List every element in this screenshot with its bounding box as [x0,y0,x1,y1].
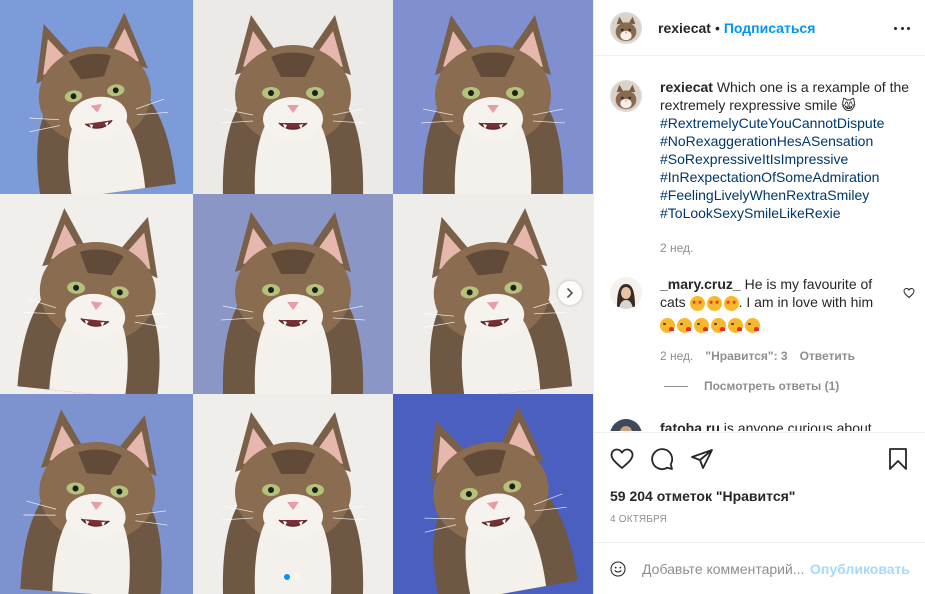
post-media[interactable] [0,0,593,594]
carousel-dot [294,574,300,580]
person-avatar-image [610,277,642,309]
caption-time[interactable]: 2 нед. [660,239,910,257]
comment-item: fatoba.ru is anyone curious about [610,419,872,431]
comment-button[interactable] [650,439,690,479]
carousel-indicator [284,574,300,580]
smile-icon[interactable] [610,557,626,581]
hashtag-link[interactable]: #RextremelyCuteYouCannotDispute [660,114,910,132]
more-icon[interactable] [894,20,910,36]
hashtag-list: #RextremelyCuteYouCannotDispute #NoRexag… [660,114,910,222]
next-photo-button[interactable] [558,281,582,305]
like-comment-heart-icon[interactable] [903,287,915,299]
save-button[interactable] [870,439,910,479]
post-caption: rexiecat Which one is a rexample of the … [610,78,910,257]
comment-text: is anyone curious about [723,420,872,431]
person-avatar-image [610,419,642,431]
follow-button[interactable]: Подписаться [724,20,816,36]
hashtag-link[interactable]: #FeelingLivelyWhenRextraSmiley [660,186,910,204]
caption-username[interactable]: rexiecat [660,79,713,95]
comment-item: _mary.cruz_ He is my favourite of cats .… [610,275,915,365]
chevron-right-icon [567,288,574,298]
commenter-avatar[interactable] [610,277,642,309]
cat-photo [193,194,393,394]
comment-icon [651,448,674,471]
post-header: rexiecat • Подписаться [594,0,925,56]
cat-photo [193,0,393,194]
post-actions: 59 204 отметок "Нравится" 4 ОКТЯБРЯ [594,432,925,525]
photo-collage [0,0,593,594]
star-eyes-emoji-icon [689,295,705,311]
blowing-kiss-emoji-icon [745,317,760,333]
comment-body: _mary.cruz_ He is my favourite of cats .… [660,275,892,365]
carousel-dot [284,574,290,580]
cat-photo [0,0,193,194]
cat-photo [393,0,593,194]
cat-avatar-image [611,12,641,43]
likes-count[interactable]: 59 204 отметок "Нравится" [610,488,910,504]
share-icon [691,449,713,469]
star-struck-emoji-group [689,295,739,311]
instagram-post: rexiecat • Подписаться rexiecat Which on… [0,0,925,594]
comment-username[interactable]: _mary.cruz_ [660,276,741,292]
view-replies-button[interactable]: Посмотреть ответы (1) [664,379,839,393]
cat-photo [0,394,193,594]
bookmark-icon [889,448,907,470]
like-button[interactable] [610,439,650,479]
blowing-kiss-emoji-icon [694,317,709,333]
caption-body: rexiecat Which one is a rexample of the … [660,78,910,257]
comment-input[interactable] [642,560,811,577]
hashtag-link[interactable]: #NoRexaggerationHesASensation [660,132,910,150]
caption-avatar[interactable] [610,80,642,112]
kiss-emoji-row [660,315,892,333]
commenter-avatar[interactable] [610,419,642,431]
cat-photo [393,394,593,594]
cat-photo [193,394,393,594]
comment-time[interactable]: 2 нед. [660,347,693,365]
comment-username[interactable]: fatoba.ru [660,420,720,431]
blowing-kiss-emoji-icon [711,317,726,333]
comments-section[interactable]: rexiecat Which one is a rexample of the … [594,57,925,431]
cat-photo [0,194,193,394]
comment-likes[interactable]: "Нравится": 3 [705,347,787,365]
comment-body: fatoba.ru is anyone curious about [660,419,872,431]
replies-divider [664,385,688,387]
comment-text-continued: . I am in love with him [738,294,874,310]
cat-avatar-image [611,81,641,111]
reply-button[interactable]: Ответить [800,347,855,365]
hashtag-link[interactable]: #SoRexpressiveItIsImpressive [660,150,910,168]
heart-icon [610,448,634,469]
blowing-kiss-emoji-icon [728,317,743,333]
star-eyes-emoji-icon [706,295,722,311]
star-eyes-emoji-icon [723,295,739,311]
view-replies-label: Посмотреть ответы (1) [704,379,840,393]
author-username[interactable]: rexiecat [658,20,711,36]
blowing-kiss-emoji-icon [677,317,692,333]
action-bar [610,433,910,485]
header-separator: • [714,19,720,36]
comment-composer: Опубликовать [594,542,925,594]
share-button[interactable] [690,439,730,479]
hashtag-link[interactable]: #InRexpectationOfSomeAdmiration [660,168,910,186]
comment-meta: 2 нед. "Нравится": 3 Ответить [660,347,892,365]
hashtag-link[interactable]: #ToLookSexySmileLikeRexie [660,204,910,222]
post-side-panel: rexiecat • Подписаться rexiecat Which on… [593,0,925,594]
publish-button[interactable]: Опубликовать [810,561,910,577]
author-avatar[interactable] [610,11,642,44]
blowing-kiss-emoji-icon [660,317,675,333]
post-date[interactable]: 4 ОКТЯБРЯ [610,514,910,525]
